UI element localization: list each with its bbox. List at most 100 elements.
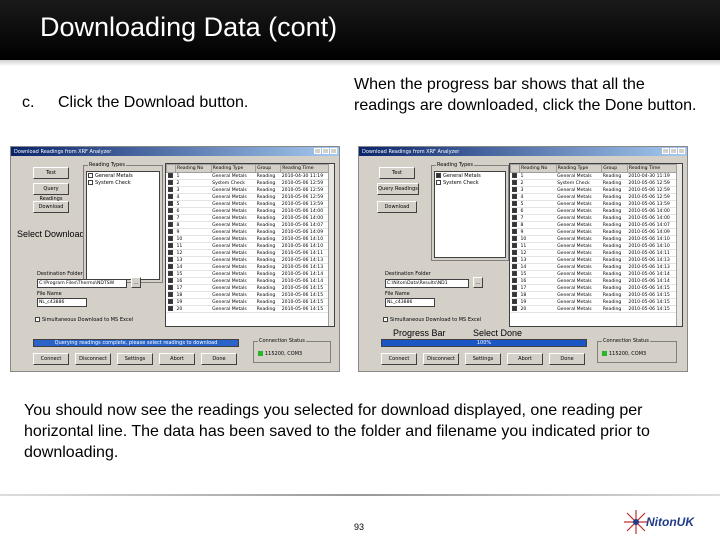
column-header[interactable]: Reading No bbox=[519, 164, 557, 173]
table-row[interactable]: 8 General Metals Reading 2010-05-06 14:07 bbox=[166, 221, 334, 229]
table-row[interactable]: 3 General Metals Reading 2010-05-06 12:59 bbox=[166, 186, 334, 194]
simul-excel-checkbox[interactable]: Simultaneous Download to MS Excel bbox=[35, 317, 133, 323]
row-checkbox[interactable] bbox=[167, 222, 173, 227]
minimize-icon[interactable] bbox=[662, 148, 669, 154]
table-row[interactable]: 14 General Metals Reading 2010-05-06 14:13 bbox=[510, 263, 682, 271]
row-checkbox[interactable] bbox=[511, 180, 517, 185]
row-checkbox[interactable] bbox=[167, 173, 173, 178]
table-row[interactable]: 6 General Metals Reading 2010-05-06 14:00 bbox=[166, 207, 334, 215]
table-row[interactable]: 5 General Metals Reading 2010-05-06 13:59 bbox=[510, 200, 682, 208]
row-checkbox[interactable] bbox=[511, 250, 517, 255]
row-checkbox[interactable] bbox=[511, 194, 517, 199]
table-row[interactable]: 9 General Metals Reading 2010-05-06 14:09 bbox=[166, 228, 334, 236]
reading-type-checkbox[interactable] bbox=[88, 173, 93, 178]
column-header[interactable]: Group bbox=[255, 164, 282, 173]
reading-types-list[interactable]: General Metals System Check bbox=[86, 171, 160, 280]
row-checkbox[interactable] bbox=[167, 236, 173, 241]
row-checkbox[interactable] bbox=[167, 194, 173, 199]
row-checkbox[interactable] bbox=[167, 264, 173, 269]
table-row[interactable]: 10 General Metals Reading 2010-05-06 14:10 bbox=[166, 235, 334, 243]
table-row[interactable]: 11 General Metals Reading 2010-05-06 14:10 bbox=[510, 242, 682, 250]
test-button[interactable]: Test bbox=[379, 167, 415, 179]
disconnect-button[interactable]: Disconnect bbox=[423, 353, 459, 365]
done-button[interactable]: Done bbox=[201, 353, 237, 365]
table-row[interactable]: 12 General Metals Reading 2010-05-06 14:11 bbox=[166, 249, 334, 257]
row-checkbox[interactable] bbox=[511, 257, 517, 262]
test-button[interactable]: Test bbox=[33, 167, 69, 179]
table-row[interactable]: 12 General Metals Reading 2010-05-06 14:11 bbox=[510, 249, 682, 257]
table-row[interactable]: 4 General Metals Reading 2010-05-06 12:59 bbox=[166, 193, 334, 201]
row-checkbox[interactable] bbox=[167, 299, 173, 304]
browse-folder-button[interactable]: … bbox=[473, 277, 483, 288]
file-name-field[interactable]: NL_c43886 bbox=[385, 298, 435, 307]
reading-type-item[interactable]: System Check bbox=[436, 180, 504, 187]
settings-button[interactable]: Settings bbox=[465, 353, 501, 365]
table-row[interactable]: 2 System Check Reading 2010-05-06 12:59 bbox=[510, 179, 682, 187]
row-checkbox[interactable] bbox=[167, 180, 173, 185]
column-header[interactable]: Reading Time bbox=[280, 164, 334, 173]
table-row[interactable]: 7 General Metals Reading 2010-05-06 14:00 bbox=[166, 214, 334, 222]
readings-grid[interactable]: Reading No Reading Type Group Reading Time 1… bbox=[509, 163, 683, 327]
done-button[interactable]: Done bbox=[549, 353, 585, 365]
connect-button[interactable]: Connect bbox=[381, 353, 417, 365]
table-row[interactable]: 20 General Metals Reading 2010-05-06 14:15 bbox=[510, 305, 682, 313]
row-checkbox[interactable] bbox=[511, 271, 517, 276]
grid-scrollbar[interactable] bbox=[676, 164, 682, 326]
row-checkbox[interactable] bbox=[511, 299, 517, 304]
table-row[interactable]: 13 General Metals Reading 2010-05-06 14:13 bbox=[510, 256, 682, 264]
table-row[interactable]: 20 General Metals Reading 2010-05-06 14:15 bbox=[166, 305, 334, 313]
column-header[interactable]: Reading Type bbox=[555, 164, 603, 173]
row-checkbox[interactable] bbox=[167, 257, 173, 262]
reading-type-checkbox[interactable] bbox=[436, 180, 441, 185]
row-checkbox[interactable] bbox=[167, 250, 173, 255]
maximize-icon[interactable] bbox=[322, 148, 329, 154]
column-header[interactable]: Reading Time bbox=[626, 164, 682, 173]
row-checkbox[interactable] bbox=[511, 236, 517, 241]
row-checkbox[interactable] bbox=[167, 243, 173, 248]
table-row[interactable]: 7 General Metals Reading 2010-05-06 14:00 bbox=[510, 214, 682, 222]
row-checkbox[interactable] bbox=[511, 243, 517, 248]
reading-types-list[interactable]: General Metals System Check bbox=[434, 171, 506, 258]
row-checkbox[interactable] bbox=[167, 208, 173, 213]
table-row[interactable]: 5 General Metals Reading 2010-05-06 13:59 bbox=[166, 200, 334, 208]
column-header[interactable]: Reading No bbox=[175, 164, 212, 173]
query-readings-button[interactable]: Query Readings bbox=[33, 183, 69, 202]
table-row[interactable]: 17 General Metals Reading 2010-05-06 14:15 bbox=[510, 284, 682, 292]
disconnect-button[interactable]: Disconnect bbox=[75, 353, 111, 365]
table-row[interactable]: 11 General Metals Reading 2010-05-06 14:10 bbox=[166, 242, 334, 250]
maximize-icon[interactable] bbox=[670, 148, 677, 154]
file-name-field[interactable]: NL_c43886 bbox=[37, 298, 87, 307]
table-row[interactable]: 18 General Metals Reading 2010-05-06 14:15 bbox=[510, 291, 682, 299]
row-checkbox[interactable] bbox=[167, 306, 173, 311]
table-row[interactable]: 18 General Metals Reading 2010-05-06 14:15 bbox=[166, 291, 334, 299]
reading-type-checkbox[interactable] bbox=[88, 180, 93, 185]
table-row[interactable]: 17 General Metals Reading 2010-05-06 14:15 bbox=[166, 284, 334, 292]
abort-button[interactable]: Abort bbox=[159, 353, 195, 365]
table-row[interactable]: 4 General Metals Reading 2010-05-06 12:59 bbox=[510, 193, 682, 201]
readings-grid[interactable]: Reading No Reading Type Group Reading Time 1… bbox=[165, 163, 335, 327]
row-checkbox[interactable] bbox=[167, 229, 173, 234]
row-checkbox[interactable] bbox=[167, 278, 173, 283]
table-row[interactable]: 19 General Metals Reading 2010-05-06 14:15 bbox=[510, 298, 682, 306]
query-readings-button[interactable]: Query Readings bbox=[377, 183, 419, 195]
row-checkbox[interactable] bbox=[167, 187, 173, 192]
row-checkbox[interactable] bbox=[511, 229, 517, 234]
reading-type-checkbox[interactable] bbox=[436, 173, 441, 178]
destination-folder-field[interactable]: C:\Program Files\Thermo\NDTSW bbox=[37, 279, 127, 288]
reading-type-item[interactable]: General Metals bbox=[88, 173, 158, 180]
row-checkbox[interactable] bbox=[511, 264, 517, 269]
row-checkbox[interactable] bbox=[511, 285, 517, 290]
minimize-icon[interactable] bbox=[314, 148, 321, 154]
abort-button[interactable]: Abort bbox=[507, 353, 543, 365]
row-checkbox[interactable] bbox=[167, 201, 173, 206]
row-checkbox[interactable] bbox=[167, 285, 173, 290]
table-row[interactable]: 2 System Check Reading 2010-05-06 12:59 bbox=[166, 179, 334, 187]
column-header[interactable]: Group bbox=[601, 164, 628, 173]
table-row[interactable]: 1 General Metals Reading 2010-04-30 11:19 bbox=[166, 172, 334, 180]
table-row[interactable]: 16 General Metals Reading 2010-05-06 14:14 bbox=[166, 277, 334, 285]
download-button[interactable]: Download bbox=[377, 201, 417, 213]
row-checkbox[interactable] bbox=[511, 208, 517, 213]
row-checkbox[interactable] bbox=[167, 215, 173, 220]
table-row[interactable]: 3 General Metals Reading 2010-05-06 12:59 bbox=[510, 186, 682, 194]
connect-button[interactable]: Connect bbox=[33, 353, 69, 365]
